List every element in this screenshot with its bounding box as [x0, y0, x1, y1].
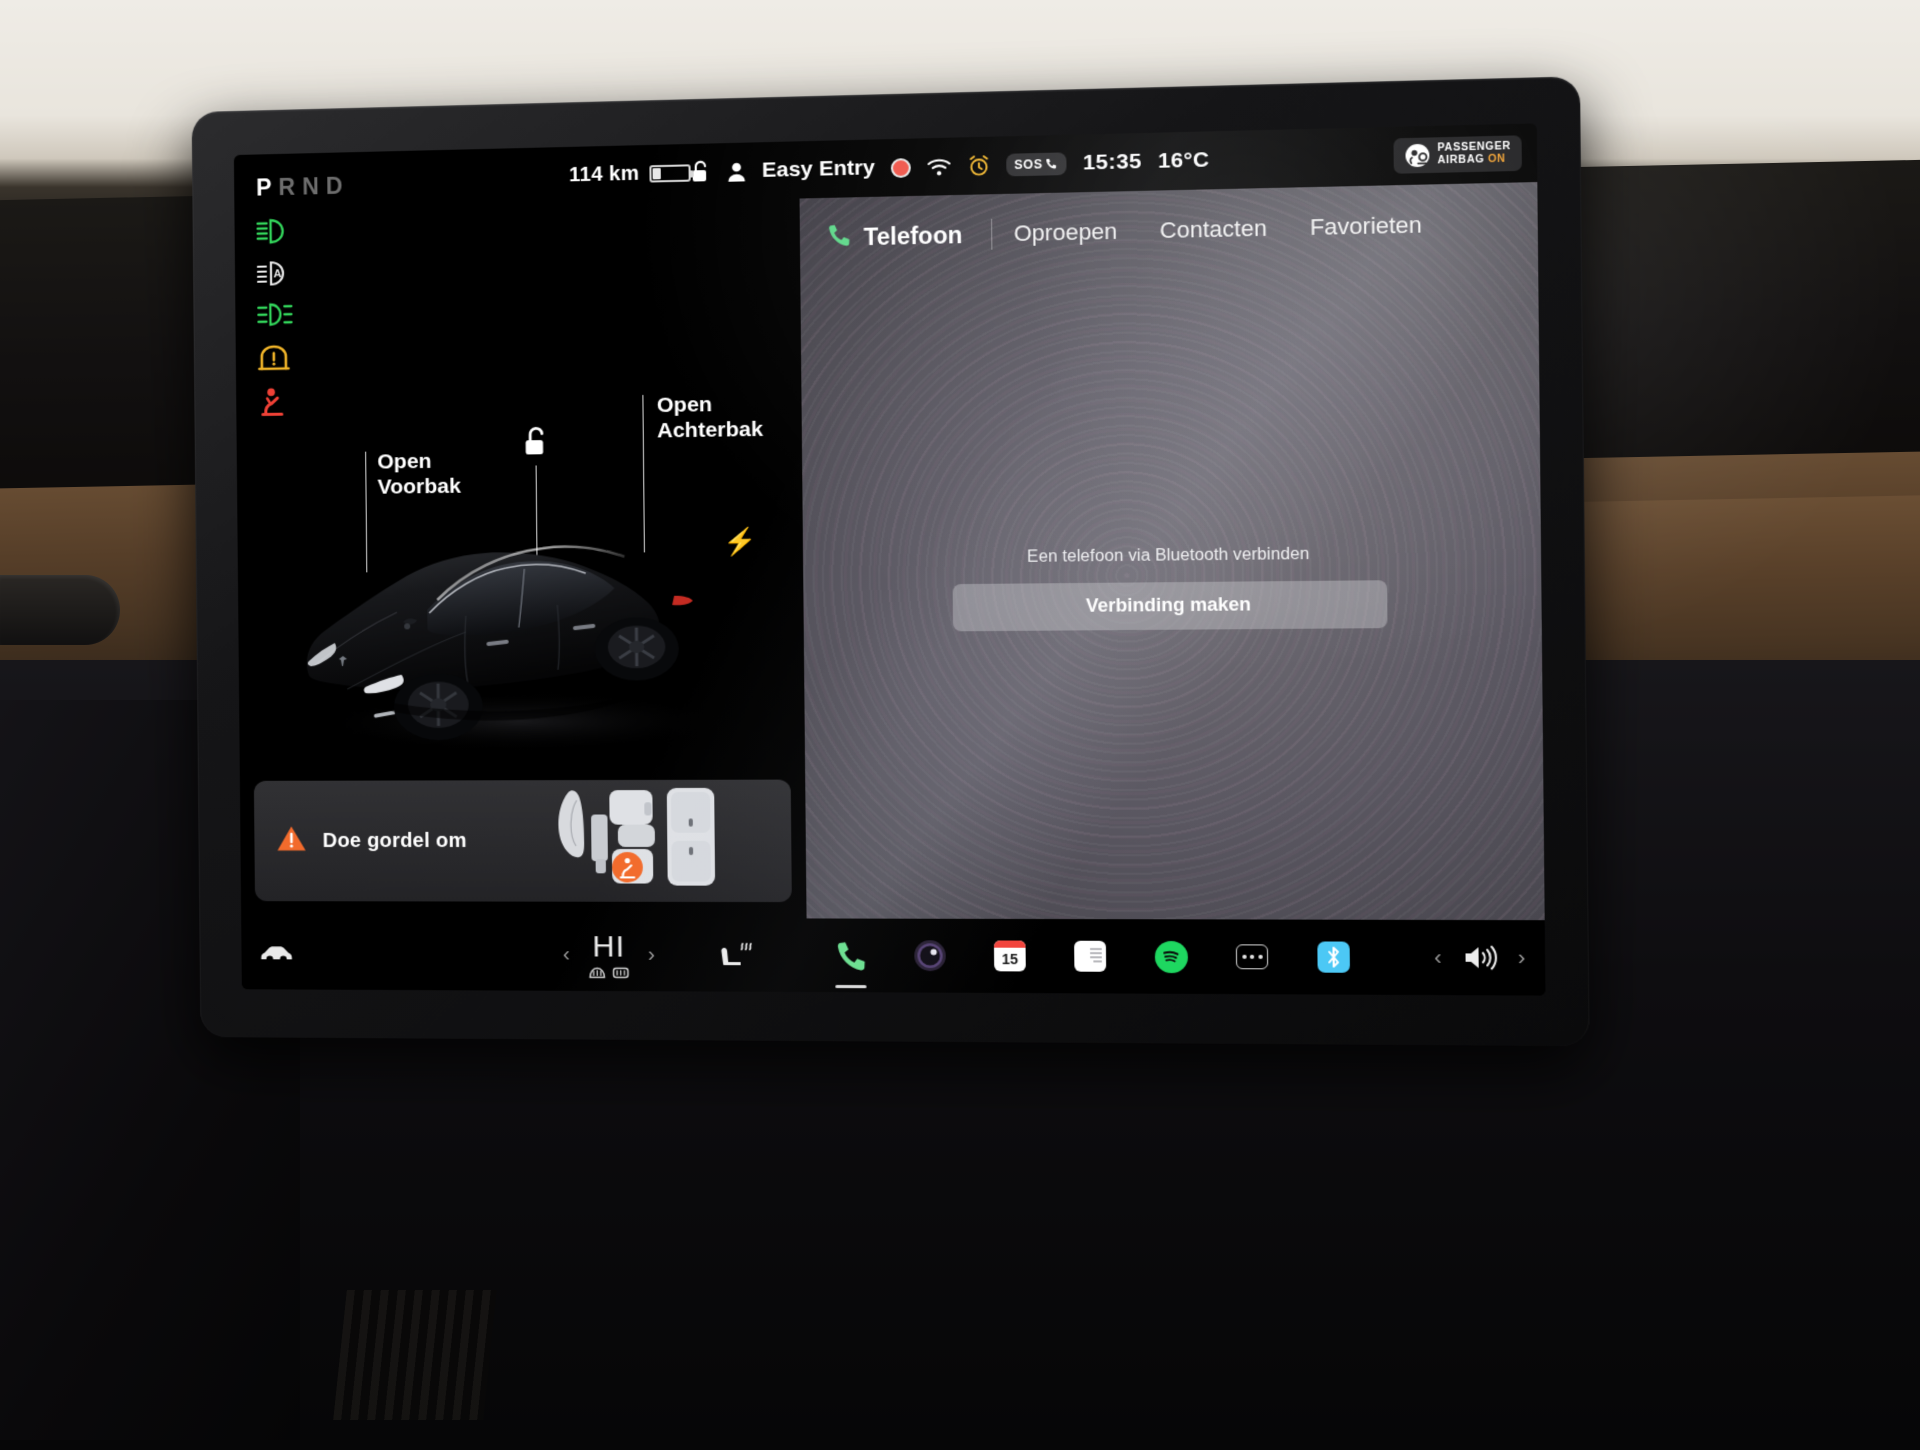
driver-profile-name[interactable]: Easy Entry: [762, 156, 875, 183]
notes-app-icon[interactable]: [1072, 939, 1108, 974]
car-controls-icon[interactable]: [259, 936, 293, 970]
bluetooth-pairing-prompt: Een telefoon via Bluetooth verbinden Ver…: [803, 543, 1541, 632]
vehicle-status-panel[interactable]: PRND A: [234, 198, 807, 918]
climate-temp-stack[interactable]: HI: [588, 930, 629, 980]
status-bar-left: 114 km: [254, 161, 691, 194]
status-bar-right: PASSENGER AIRBAG ON: [1393, 135, 1522, 173]
front-trunk-label-line1: Open: [377, 448, 461, 474]
air-vent: [333, 1290, 497, 1420]
phone-app-title: Telefoon: [864, 221, 963, 251]
climate-control-group: ‹ HI ›: [563, 930, 755, 980]
passenger-airbag-indicator: PASSENGER AIRBAG ON: [1393, 135, 1522, 173]
status-bar-center: Easy Entry SOS: [691, 144, 1394, 185]
battery-low-icon: [649, 164, 690, 182]
volume-control-group: ‹ ›: [1434, 940, 1526, 976]
calendar-date-badge: 15: [994, 948, 1026, 971]
person-icon[interactable]: [727, 160, 747, 182]
camera-app-icon[interactable]: [912, 938, 948, 973]
sos-button[interactable]: SOS: [1006, 152, 1067, 176]
climate-temperature[interactable]: HI: [592, 930, 625, 965]
dashcam-record-icon[interactable]: [890, 158, 910, 178]
heated-seat-icon[interactable]: [719, 938, 754, 973]
sos-label: SOS: [1014, 157, 1042, 172]
range-readout: 114 km: [569, 162, 639, 187]
tab-telefoon[interactable]: Telefoon: [827, 220, 992, 252]
warning-triangle-icon: [276, 825, 306, 857]
rear-trunk-label-line2: Achterbak: [657, 417, 763, 444]
touchscreen-bezel: 114 km Easy Entry: [192, 76, 1590, 1046]
clock[interactable]: 15:35: [1083, 150, 1142, 176]
calendar-app-icon[interactable]: 15: [992, 938, 1028, 973]
alarm-clock-icon[interactable]: [967, 154, 990, 177]
fog-lights-icon: [257, 302, 293, 329]
high-beam-icon: [256, 218, 292, 245]
door-handle: [0, 575, 120, 645]
defrost-row: [588, 965, 629, 979]
tire-pressure-warning-icon: [258, 344, 294, 371]
seatbelt-warning-message: Doe gordel om: [322, 829, 466, 852]
speaker-volume-icon[interactable]: [1461, 940, 1498, 976]
phone-handset-icon: [1046, 157, 1058, 171]
defrost-rear-icon[interactable]: [612, 965, 630, 979]
auto-high-beam-icon: A: [257, 260, 293, 287]
climate-decrease-button[interactable]: ‹: [563, 942, 570, 966]
volume-decrease-button[interactable]: ‹: [1434, 945, 1442, 970]
tesla-model-3-render[interactable]: [285, 473, 756, 760]
phone-app-panel[interactable]: Telefoon Oproepen Contacten Favorieten E…: [800, 182, 1545, 920]
door-lock-toggle[interactable]: [522, 425, 553, 467]
seatbelt-warning-icon: [258, 386, 294, 413]
passenger-airbag-icon: [1404, 143, 1430, 169]
defrost-front-icon[interactable]: [588, 965, 606, 979]
bluetooth-app-icon[interactable]: [1315, 939, 1352, 974]
seat-layout-icon: [546, 784, 773, 898]
touchscreen-display[interactable]: 114 km Easy Entry: [234, 123, 1546, 995]
tab-oproepen[interactable]: Oproepen: [993, 218, 1139, 248]
outside-temperature[interactable]: 16°C: [1158, 148, 1210, 174]
climate-increase-button[interactable]: ›: [648, 942, 655, 966]
airbag-label-line2: AIRBAG: [1438, 154, 1485, 167]
main-content: PRND A: [234, 182, 1544, 920]
phone-handset-icon: [827, 223, 851, 252]
wifi-icon[interactable]: [926, 157, 951, 177]
open-rear-trunk-control[interactable]: Open Achterbak: [657, 391, 763, 443]
more-apps-icon[interactable]: [1234, 939, 1271, 974]
telltale-indicators: A: [256, 218, 294, 413]
volume-increase-button[interactable]: ›: [1518, 945, 1526, 970]
app-dock: 15: [754, 938, 1434, 976]
phone-app-icon[interactable]: [833, 938, 869, 973]
dock-left-group: chevron-left-icon: [259, 936, 563, 971]
spotify-app-icon[interactable]: [1153, 939, 1190, 974]
tab-favorieten[interactable]: Favorieten: [1288, 211, 1444, 241]
seatbelt-warning-card[interactable]: Doe gordel om: [254, 780, 792, 903]
bluetooth-hint-text: Een telefoon via Bluetooth verbinden: [1027, 545, 1309, 566]
bottom-dock: chevron-left-icon ‹ HI ›: [241, 917, 1545, 995]
svg-text:A: A: [273, 269, 281, 281]
rear-trunk-label-line1: Open: [657, 391, 763, 418]
airbag-state: ON: [1488, 153, 1506, 165]
connect-button[interactable]: Verbinding maken: [952, 580, 1387, 631]
tab-contacten[interactable]: Contacten: [1138, 215, 1288, 245]
